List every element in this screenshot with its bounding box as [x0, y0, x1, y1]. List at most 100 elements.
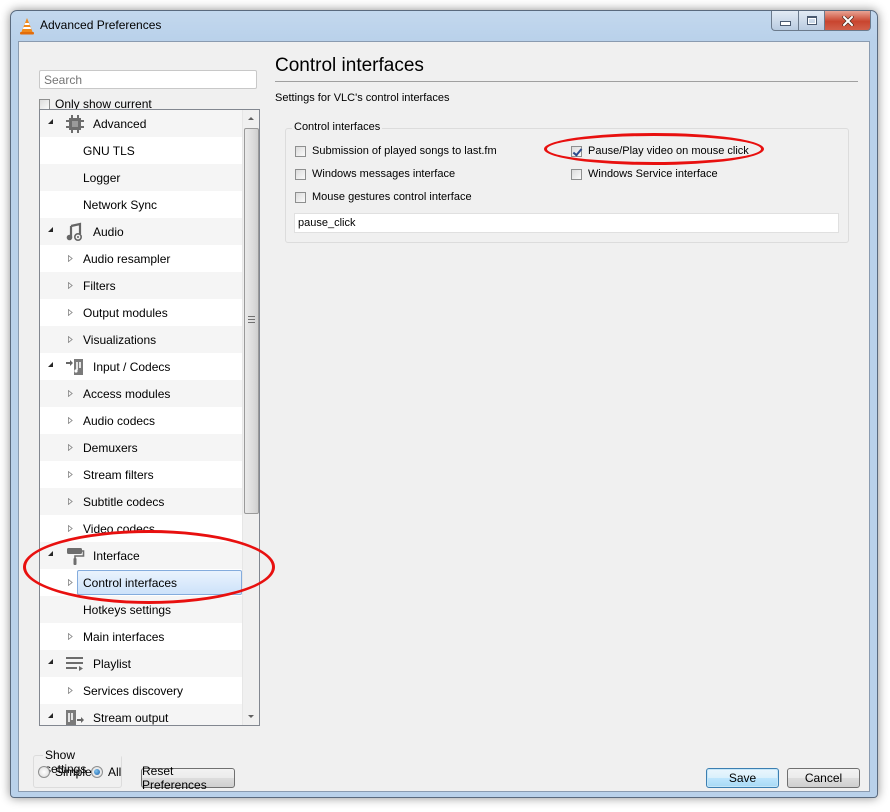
tree-category-label: Audio [93, 224, 124, 239]
tree-item[interactable]: Audio codecs [40, 407, 243, 434]
checkbox[interactable] [571, 168, 582, 180]
tree-item-label: Hotkeys settings [83, 602, 172, 617]
tree-item[interactable]: Video codecs [40, 515, 243, 542]
radio-all[interactable]: All [91, 765, 121, 779]
tree-item[interactable]: Stream filters [40, 461, 243, 488]
tree-scrollbar[interactable] [242, 110, 259, 725]
search-input[interactable] [39, 70, 257, 89]
tree-item[interactable]: Demuxers [40, 434, 243, 461]
tree-item-label: Visualizations [83, 332, 157, 347]
tree-item[interactable]: Access modules [40, 380, 243, 407]
expand-arrow-icon[interactable] [48, 551, 53, 556]
tree-category[interactable]: Audio [40, 218, 243, 245]
tree-item[interactable]: GNU TLS [40, 137, 243, 164]
minimize-button[interactable] [771, 11, 799, 31]
tree-category[interactable]: Stream output [40, 704, 243, 725]
tree-item[interactable]: Audio resampler [40, 245, 243, 272]
tree-item-label: Access modules [83, 386, 171, 401]
collapsed-arrow-icon[interactable] [68, 444, 73, 451]
cancel-button[interactable]: Cancel [787, 768, 860, 788]
collapsed-arrow-icon[interactable] [68, 390, 73, 397]
tree-item[interactable]: Output modules [40, 299, 243, 326]
radio-simple-button[interactable] [38, 766, 50, 778]
collapsed-arrow-icon[interactable] [68, 417, 73, 424]
option-lastfm[interactable]: Submission of played songs to last.fm [295, 145, 497, 157]
option-pause-click[interactable]: Pause/Play video on mouse click [571, 145, 749, 157]
tree-item[interactable]: Hotkeys settings [40, 596, 243, 623]
collapsed-arrow-icon[interactable] [68, 579, 73, 586]
collapsed-arrow-icon[interactable] [68, 336, 73, 343]
tree-category[interactable]: Interface [40, 542, 243, 569]
control-interfaces-value-field[interactable]: pause_click [294, 213, 839, 233]
checkbox[interactable] [295, 145, 306, 157]
option-mouse-gestures[interactable]: Mouse gestures control interface [295, 191, 472, 203]
reset-preferences-button[interactable]: Reset Preferences [141, 764, 235, 792]
control-interfaces-group: Control interfaces Submission of played … [285, 121, 849, 243]
tree-category-label: Advanced [93, 116, 147, 131]
tree-category[interactable]: Advanced [40, 110, 243, 137]
scroll-down-button[interactable] [243, 708, 259, 725]
page-description: Settings for VLC's control interfaces [275, 92, 450, 104]
option-label: Pause/Play video on mouse click [588, 145, 749, 157]
expand-arrow-icon[interactable] [48, 362, 53, 367]
vlc-cone-icon [20, 18, 34, 35]
radio-simple-label: Simple [55, 765, 92, 779]
title-bar[interactable]: Advanced Preferences [11, 11, 877, 41]
stream-output-icon [65, 708, 85, 725]
option-label: Windows messages interface [312, 168, 456, 180]
checkbox[interactable] [295, 191, 306, 203]
radio-simple[interactable]: Simple [38, 765, 92, 779]
option-label: Mouse gestures control interface [312, 191, 472, 203]
tree-item-label: Demuxers [83, 440, 138, 455]
option-windows-messages[interactable]: Windows messages interface [295, 168, 455, 180]
option-windows-service[interactable]: Windows Service interface [571, 168, 718, 180]
input-codecs-icon [65, 357, 85, 377]
preferences-tree[interactable]: Advanced GNU TLS Logger Network Sync Audio Au… [39, 109, 260, 726]
tree-item[interactable]: Visualizations [40, 326, 243, 353]
expand-arrow-icon[interactable] [48, 119, 53, 124]
option-label: Windows Service interface [588, 168, 718, 180]
only-show-current-box[interactable] [39, 98, 50, 110]
checkbox[interactable] [295, 168, 306, 180]
tree-item-label: Main interfaces [83, 629, 165, 644]
show-settings-group: Show settings Simple All [33, 748, 122, 788]
expand-arrow-icon[interactable] [48, 659, 53, 664]
scroll-thumb[interactable] [244, 128, 259, 514]
collapsed-arrow-icon[interactable] [68, 633, 73, 640]
collapsed-arrow-icon[interactable] [68, 309, 73, 316]
tree-item[interactable]: Control interfaces [40, 569, 243, 596]
paint-roller-icon [65, 546, 85, 566]
radio-all-label: All [108, 765, 122, 779]
tree-item-label: Logger [83, 170, 121, 185]
collapsed-arrow-icon[interactable] [68, 282, 73, 289]
scroll-up-icon [248, 117, 254, 120]
collapsed-arrow-icon[interactable] [68, 498, 73, 505]
tree-item-label: Network Sync [83, 197, 158, 212]
tree-item[interactable]: Filters [40, 272, 243, 299]
grip-icon [248, 316, 255, 323]
tree-item[interactable]: Subtitle codecs [40, 488, 243, 515]
advanced-preferences-window: Advanced Preferences Only show current [10, 10, 878, 798]
expand-arrow-icon[interactable] [48, 227, 53, 232]
tree-category[interactable]: Playlist [40, 650, 243, 677]
expand-arrow-icon[interactable] [48, 713, 53, 718]
maximize-button[interactable] [799, 11, 825, 31]
chip-icon [65, 114, 85, 134]
collapsed-arrow-icon[interactable] [68, 525, 73, 532]
scroll-up-button[interactable] [243, 110, 259, 127]
close-button[interactable] [825, 11, 871, 31]
radio-all-button[interactable] [91, 766, 103, 778]
tree-item[interactable]: Logger [40, 164, 243, 191]
tree-item[interactable]: Services discovery [40, 677, 243, 704]
collapsed-arrow-icon[interactable] [68, 255, 73, 262]
tree-category[interactable]: Input / Codecs [40, 353, 243, 380]
tree-item[interactable]: Main interfaces [40, 623, 243, 650]
playlist-icon [65, 654, 85, 674]
tree-category-label: Playlist [93, 656, 132, 671]
tree-item[interactable]: Network Sync [40, 191, 243, 218]
collapsed-arrow-icon[interactable] [68, 687, 73, 694]
checkbox-checked[interactable] [571, 145, 582, 157]
tree-item-label: Stream filters [83, 467, 154, 482]
collapsed-arrow-icon[interactable] [68, 471, 73, 478]
save-button[interactable]: Save [706, 768, 779, 788]
